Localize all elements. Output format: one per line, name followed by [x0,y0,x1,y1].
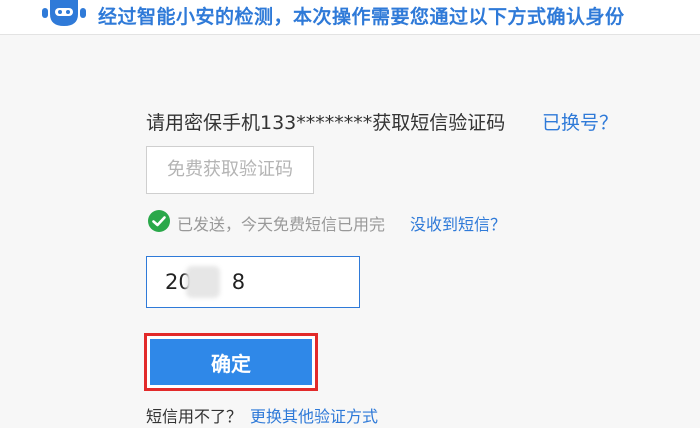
robot-icon [42,0,86,26]
other-verification-link[interactable]: 更换其他验证方式 [250,403,378,427]
header-banner: 经过智能小安的检测，本次操作需要您通过以下方式确认身份 [0,0,700,35]
sms-unavailable-text: 短信用不了？ [146,407,243,426]
verification-code-input[interactable] [146,256,360,308]
phone-prompt: 请用密保手机133********获取短信验证码 [146,112,506,134]
redaction-blur [186,266,220,298]
sms-status-text: 已发送，今天免费短信已用完 [177,215,386,234]
confirm-button[interactable]: 确定 [150,339,312,385]
header-title: 经过智能小安的检测，本次操作需要您通过以下方式确认身份 [98,6,625,28]
get-code-button[interactable]: 免费获取验证码 [146,146,314,194]
check-circle-icon [148,210,170,232]
changed-number-link[interactable]: 已换号？ [542,108,618,135]
no-sms-link[interactable]: 没收到短信？ [410,211,506,235]
